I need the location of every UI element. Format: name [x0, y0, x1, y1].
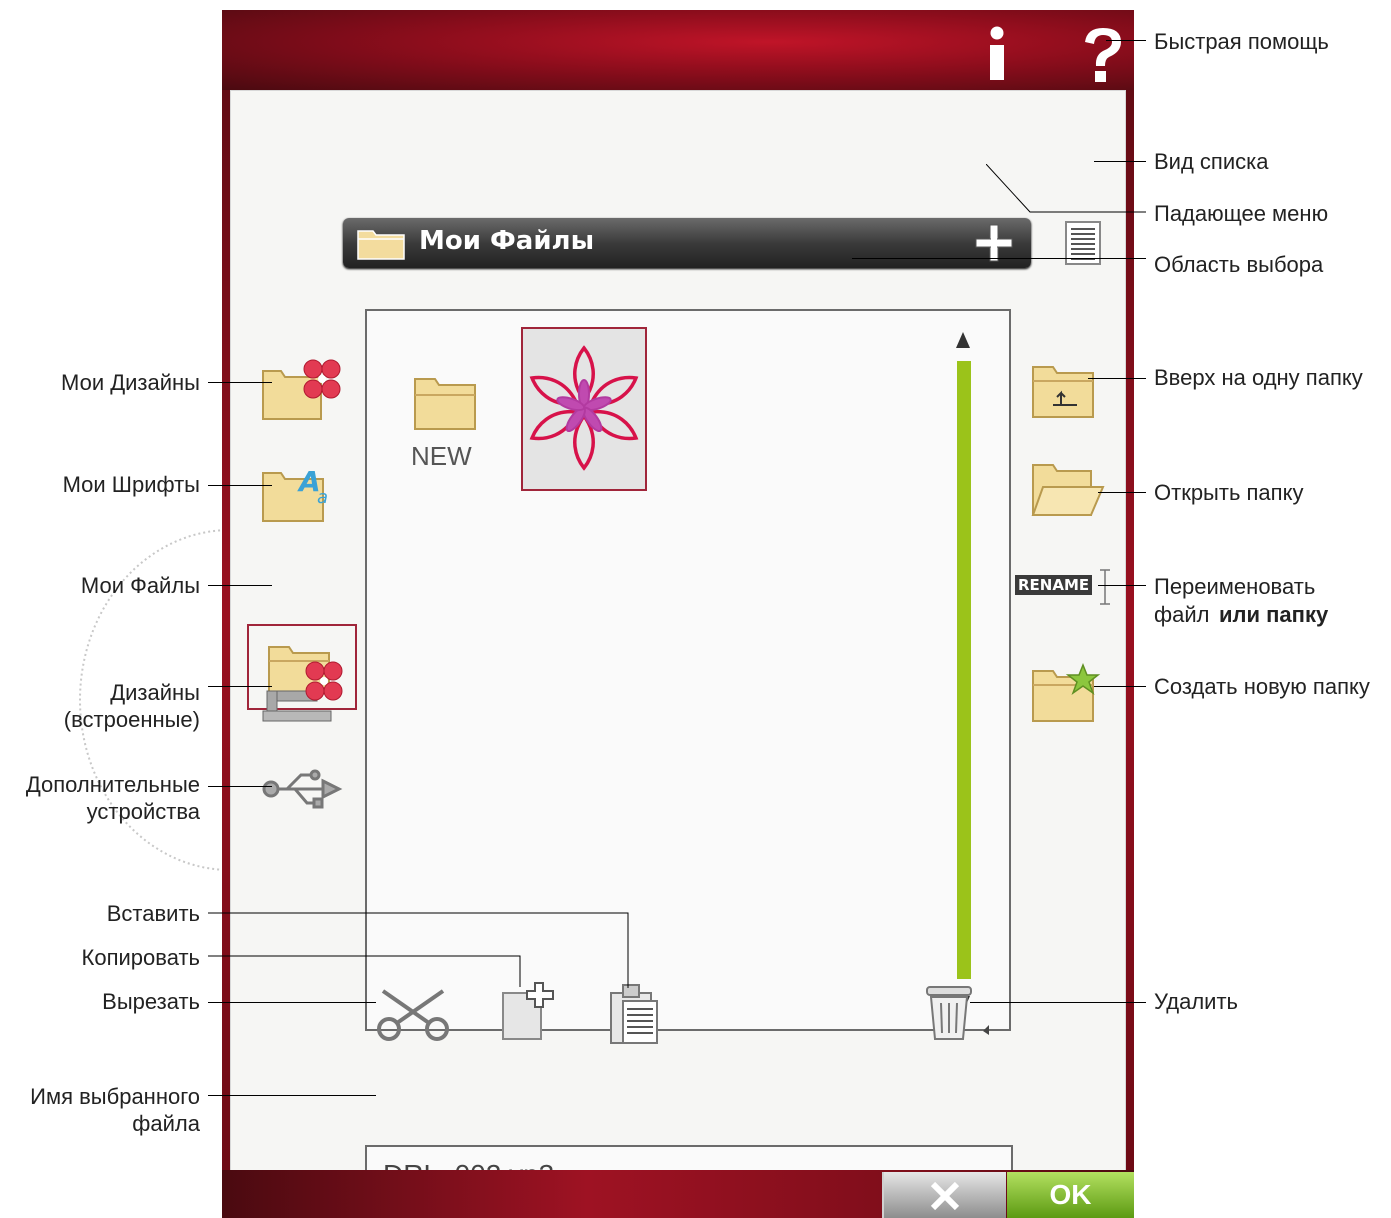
- callout-cut: Вырезать: [102, 989, 200, 1014]
- callout-rename-2b: или папку: [1219, 602, 1329, 627]
- callout-line: [1098, 492, 1146, 493]
- callout-filename-2: файла: [132, 1111, 200, 1136]
- my-designs-folder-icon[interactable]: [261, 359, 341, 421]
- new-folder-icon[interactable]: [1031, 663, 1101, 723]
- callout-my-fonts: Мои Шрифты: [62, 472, 200, 497]
- callout-dropdown-menu: Падающее меню: [1154, 201, 1329, 226]
- folder-icon[interactable]: [413, 375, 477, 431]
- callout-line: [208, 485, 272, 486]
- callout-line: [1088, 378, 1146, 379]
- callout-new-folder: Создать новую папку: [1154, 674, 1370, 699]
- flower-design-icon: [529, 345, 639, 471]
- callout-list-view: Вид списка: [1154, 149, 1269, 174]
- ok-button[interactable]: OK: [1007, 1172, 1134, 1218]
- callout-devices-1: Дополнительные: [25, 772, 200, 797]
- text-cursor-icon: [1100, 569, 1110, 605]
- usb-icon[interactable]: [261, 767, 343, 811]
- bottom-bar: OK: [222, 1170, 1134, 1218]
- scroll-up-arrow[interactable]: [955, 331, 971, 349]
- callout-copy: Копировать: [81, 945, 200, 970]
- callout-line: [208, 585, 272, 586]
- callout-my-designs: Мои Дизайны: [61, 370, 200, 395]
- callout-line: [208, 382, 272, 383]
- rename-icon[interactable]: RENAME: [1015, 569, 1110, 605]
- callout-rename-1: Переименовать: [1154, 574, 1316, 599]
- callout-line: [986, 164, 1146, 213]
- folder-label: NEW: [411, 441, 472, 471]
- scissors-icon[interactable]: [375, 987, 451, 1043]
- open-folder-icon[interactable]: [1031, 461, 1105, 517]
- callout-my-files: Мои Файлы: [80, 573, 200, 598]
- callout-rename-2a: файл: [1154, 602, 1210, 627]
- callout-delete: Удалить: [1154, 989, 1238, 1014]
- callout-builtin-2: (встроенные): [63, 707, 200, 732]
- built-in-designs-icon[interactable]: [261, 661, 343, 725]
- top-bar: [222, 10, 1134, 90]
- paste-icon[interactable]: [609, 983, 659, 1045]
- callout-open-folder: Открыть папку: [1154, 480, 1304, 505]
- callout-devices-2: устройства: [86, 799, 200, 824]
- design-thumbnail[interactable]: [521, 327, 647, 491]
- callout-folder-up: Вверх на одну папку: [1154, 365, 1363, 390]
- callout-line: [208, 1095, 376, 1096]
- callout-line: [1098, 585, 1146, 586]
- svg-text:a: a: [317, 487, 328, 508]
- callout-line: [852, 258, 1146, 259]
- callout-paste: Вставить: [106, 901, 200, 926]
- callout-line: [970, 1002, 1146, 1003]
- scrollbar[interactable]: [957, 361, 971, 979]
- file-manager-screen: Мои Файлы NEW A a RENAME: [230, 90, 1126, 1209]
- callout-line: [208, 686, 272, 687]
- folder-up-icon[interactable]: [1031, 363, 1095, 419]
- question-icon[interactable]: [1077, 24, 1127, 84]
- plus-icon[interactable]: [975, 224, 1013, 262]
- callout-line: [208, 955, 521, 987]
- callout-line: [1094, 161, 1146, 162]
- folder-icon: [357, 230, 405, 260]
- dropdown-menu[interactable]: Мои Файлы: [343, 218, 1031, 268]
- callout-line: [208, 786, 272, 787]
- my-fonts-folder-icon[interactable]: A a: [261, 461, 341, 523]
- ok-label: OK: [1049, 1179, 1092, 1210]
- close-icon: [930, 1182, 960, 1210]
- info-icon[interactable]: [982, 26, 1012, 82]
- trash-icon[interactable]: [923, 983, 993, 1047]
- callout-filename-1: Имя выбранного: [30, 1084, 200, 1109]
- callout-line: [1106, 40, 1146, 41]
- callout-selection-area: Область выбора: [1154, 252, 1324, 277]
- dropdown-label: Мои Файлы: [419, 226, 595, 256]
- rename-label: RENAME: [1015, 575, 1093, 595]
- callout-builtin-1: Дизайны: [110, 680, 200, 705]
- callout-quick-help: Быстрая помощь: [1154, 29, 1329, 54]
- cancel-button[interactable]: [882, 1172, 1006, 1218]
- callout-line: [208, 1002, 376, 1003]
- callout-line: [1094, 686, 1146, 687]
